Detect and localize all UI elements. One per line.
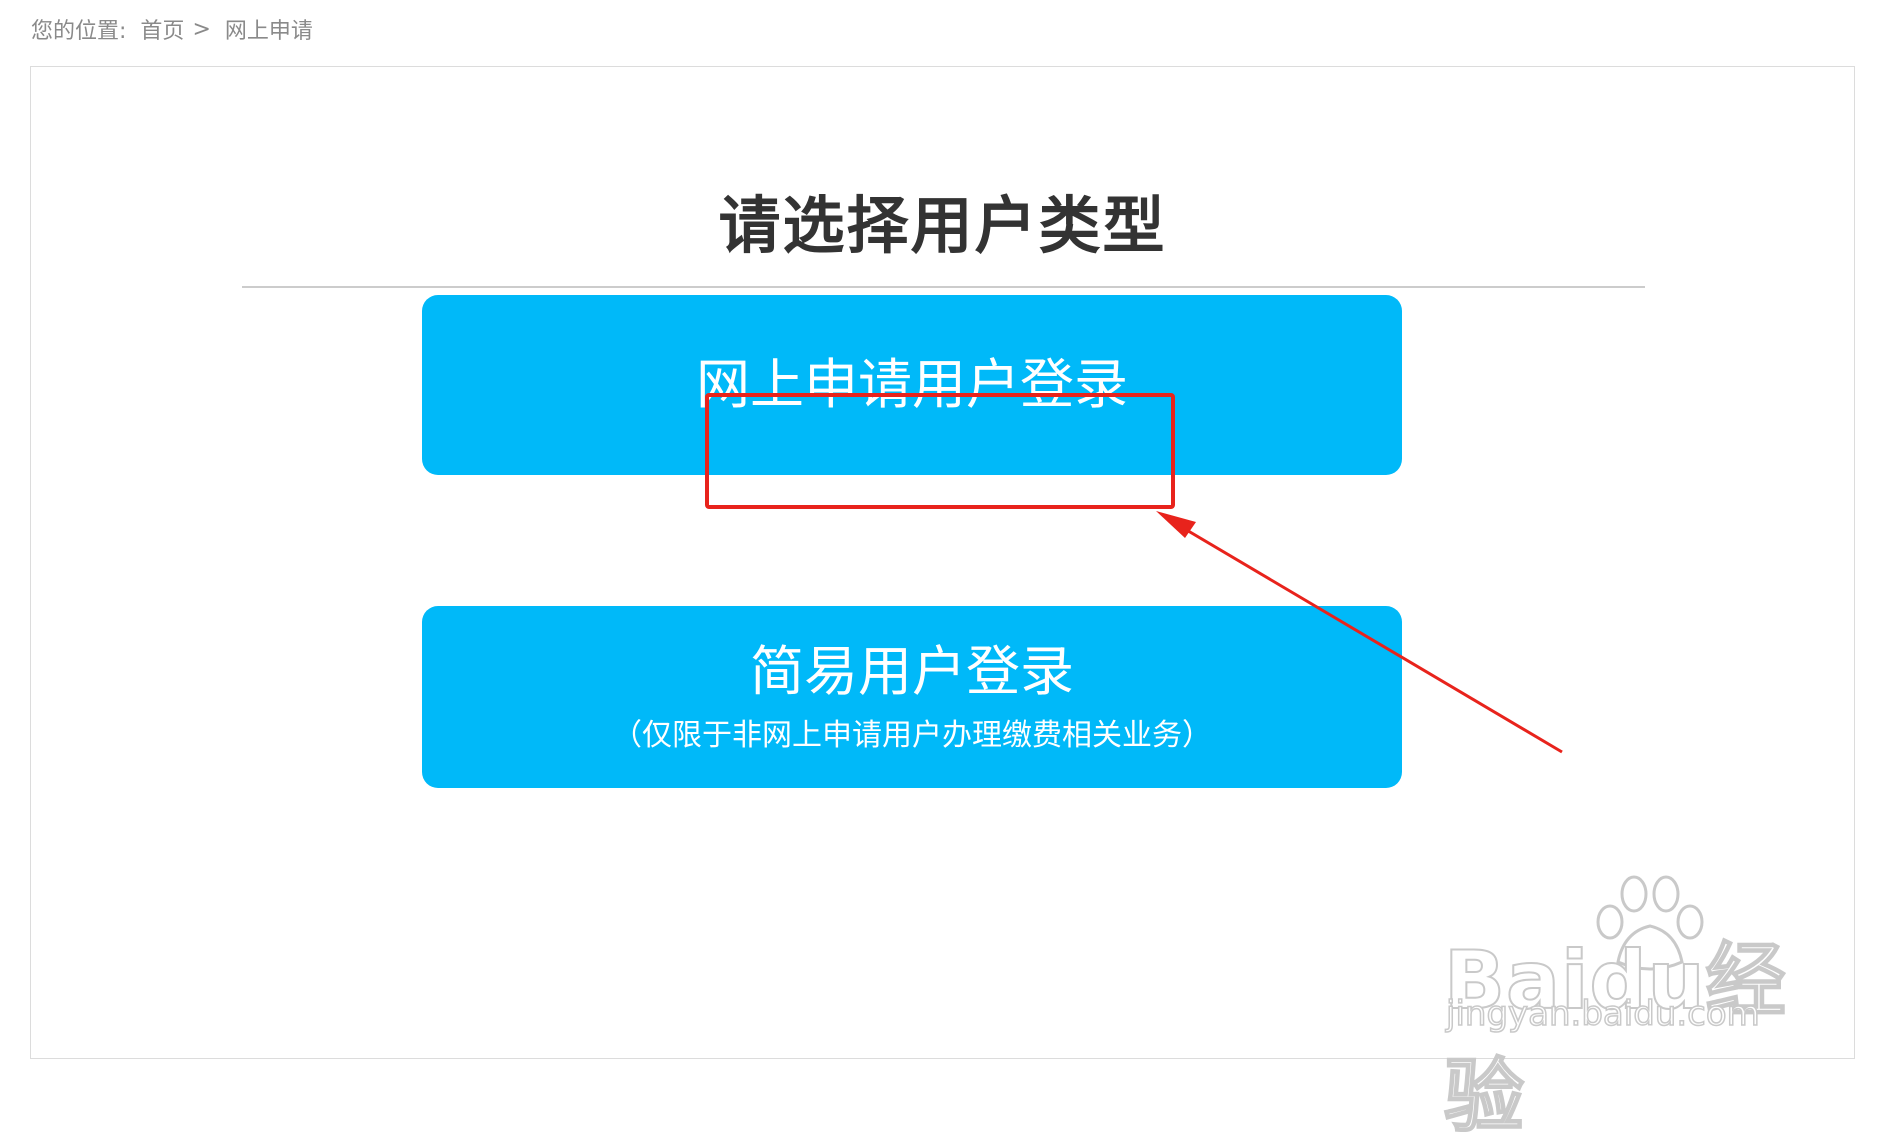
simple-user-login-label: 简易用户登录 — [750, 639, 1074, 703]
content-panel: 请选择用户类型 — [30, 66, 1855, 1059]
breadcrumb-separator: > — [192, 16, 211, 42]
breadcrumb-current: 网上申请 — [224, 19, 313, 44]
page-title: 请选择用户类型 — [718, 189, 1167, 262]
breadcrumb-home-link[interactable]: 首页 — [140, 13, 184, 45]
breadcrumb: 您的位置: 首页 > 网上申请 — [31, 13, 313, 45]
simple-user-login-button[interactable]: 简易用户登录 （仅限于非网上申请用户办理缴费相关业务） — [422, 606, 1402, 788]
online-user-login-button[interactable]: 网上申请用户登录 — [422, 295, 1402, 475]
online-user-login-label: 网上申请用户登录 — [696, 353, 1128, 417]
title-divider — [242, 286, 1645, 288]
breadcrumb-prefix: 您的位置: — [31, 19, 127, 44]
simple-user-login-note: （仅限于非网上申请用户办理缴费相关业务） — [612, 718, 1212, 754]
